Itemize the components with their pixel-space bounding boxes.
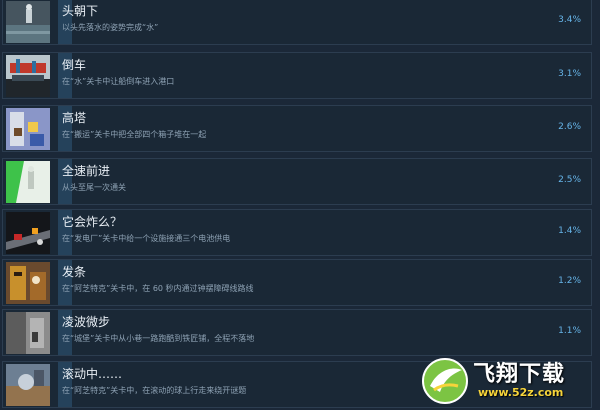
watermark-brand: 飞翔下载 [473,362,566,387]
achievement-row[interactable]: 倒车 在“水”关卡中让船倒车进入港口 3.1% [2,52,592,99]
achievement-title: 凌波微步 [62,315,111,329]
achievement-list: 头朝下 以头先落水的姿势完成“水” 3.4% 倒车 在“水”关卡中让船倒车进入港… [0,0,600,408]
achievement-description: 以头先落水的姿势完成“水” [62,23,159,32]
achievement-description: 从头至尾一次通关 [62,183,126,192]
achievement-thumbnail [6,212,50,254]
achievement-title: 滚动中…… [62,367,123,381]
achievement-percent: 3.1% [558,69,581,79]
achievement-percent: 2.6% [558,122,581,132]
achievement-description: 在“水”关卡中让船倒车进入港口 [62,77,175,86]
site-watermark: 飞翔下载 www.52z.com [420,350,596,407]
achievement-thumbnail [6,364,50,406]
achievement-description: 在“阿芝特克”关卡中，在滚动的球上行走来绕开谜题 [62,386,247,395]
achievement-thumbnail [6,312,50,354]
achievement-description: 在“搬运”关卡中把全部四个箱子堆在一起 [62,130,207,139]
achievement-row[interactable]: 它会炸么？ 在“发电厂”关卡中给一个设施接通三个电池供电 1.4% [2,209,592,256]
watermark-url: www.52z.com [478,386,564,399]
achievement-percent: 1.2% [558,276,581,286]
achievement-row[interactable]: 凌波微步 在“城堡”关卡中从小巷一路跑酷到铁匠铺，全程不落地 1.1% [2,309,592,356]
achievement-thumbnail [6,161,50,203]
achievement-thumbnail [6,108,50,150]
achievement-row[interactable]: 全速前进 从头至尾一次通关 2.5% [2,158,592,205]
achievement-percent: 1.1% [558,326,581,336]
achievement-title: 高塔 [62,111,87,125]
achievement-percent: 3.4% [558,15,581,25]
achievement-title: 倒车 [62,58,87,72]
achievement-thumbnail [6,1,50,43]
achievement-description: 在“城堡”关卡中从小巷一路跑酷到铁匠铺，全程不落地 [62,334,255,343]
achievement-title: 全速前进 [62,164,111,178]
achievement-title: 发条 [62,265,87,279]
fly-logo-icon [420,356,470,406]
achievement-title: 头朝下 [62,4,99,18]
achievement-percent: 1.4% [558,226,581,236]
achievement-title: 它会炸么？ [62,215,123,229]
achievement-row[interactable]: 高塔 在“搬运”关卡中把全部四个箱子堆在一起 2.6% [2,105,592,152]
achievement-thumbnail [6,262,50,304]
achievement-percent: 2.5% [558,175,581,185]
achievement-description: 在“阿芝特克”关卡中，在 60 秒内通过钟摆障碍线路线 [62,284,254,293]
achievement-row[interactable]: 发条 在“阿芝特克”关卡中，在 60 秒内通过钟摆障碍线路线 1.2% [2,259,592,306]
achievement-description: 在“发电厂”关卡中给一个设施接通三个电池供电 [62,234,231,243]
achievement-row[interactable]: 头朝下 以头先落水的姿势完成“水” 3.4% [2,0,592,45]
achievement-thumbnail [6,55,50,97]
